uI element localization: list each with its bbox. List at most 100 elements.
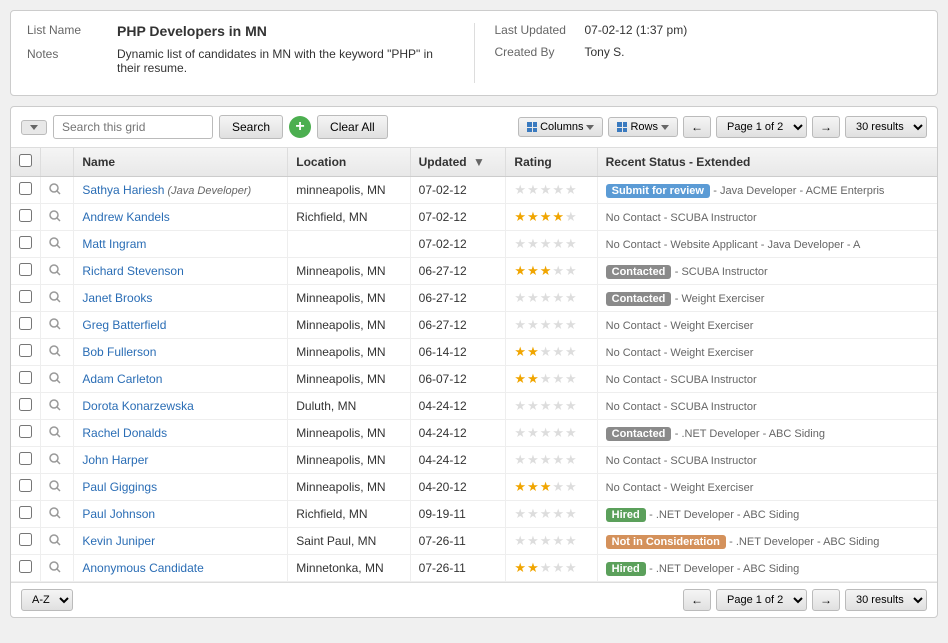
row-rating-cell[interactable]: ★★★★★ (506, 474, 597, 501)
row-checkbox[interactable] (19, 371, 32, 384)
star-4[interactable]: ★ (552, 344, 564, 360)
star-1[interactable]: ★ (514, 371, 526, 387)
star-2[interactable]: ★ (527, 506, 539, 522)
row-checkbox[interactable] (19, 425, 32, 438)
candidate-name-link[interactable]: Kevin Juniper (82, 534, 155, 548)
rating-stars[interactable]: ★★★★★ (514, 560, 588, 576)
search-button[interactable]: Search (219, 115, 283, 139)
candidate-name-link[interactable]: Bob Fullerson (82, 345, 156, 359)
star-1[interactable]: ★ (514, 263, 526, 279)
star-3[interactable]: ★ (540, 371, 552, 387)
star-2[interactable]: ★ (527, 209, 539, 225)
star-1[interactable]: ★ (514, 533, 526, 549)
row-rating-cell[interactable]: ★★★★★ (506, 420, 597, 447)
star-3[interactable]: ★ (540, 560, 552, 576)
row-search-cell[interactable] (41, 366, 74, 393)
row-search-cell[interactable] (41, 285, 74, 312)
row-checkbox[interactable] (19, 344, 32, 357)
rows-button[interactable]: Rows (608, 117, 678, 137)
star-1[interactable]: ★ (514, 452, 526, 468)
star-3[interactable]: ★ (540, 506, 552, 522)
rating-stars[interactable]: ★★★★★ (514, 317, 588, 333)
row-checkbox[interactable] (19, 209, 32, 222)
star-1[interactable]: ★ (514, 344, 526, 360)
star-2[interactable]: ★ (527, 290, 539, 306)
candidate-name-link[interactable]: Janet Brooks (82, 291, 152, 305)
star-5[interactable]: ★ (565, 290, 577, 306)
candidate-name-link[interactable]: John Harper (82, 453, 148, 467)
star-2[interactable]: ★ (527, 398, 539, 414)
rating-stars[interactable]: ★★★★★ (514, 290, 588, 306)
star-1[interactable]: ★ (514, 479, 526, 495)
row-rating-cell[interactable]: ★★★★★ (506, 204, 597, 231)
row-rating-cell[interactable]: ★★★★★ (506, 258, 597, 285)
row-rating-cell[interactable]: ★★★★★ (506, 339, 597, 366)
candidate-name-link[interactable]: Paul Giggings (82, 480, 157, 494)
star-3[interactable]: ★ (540, 209, 552, 225)
star-4[interactable]: ★ (552, 209, 564, 225)
star-4[interactable]: ★ (552, 398, 564, 414)
row-search-cell[interactable] (41, 501, 74, 528)
star-2[interactable]: ★ (527, 182, 539, 198)
rating-stars[interactable]: ★★★★★ (514, 452, 588, 468)
star-4[interactable]: ★ (552, 452, 564, 468)
candidate-name-link[interactable]: Sathya Hariesh (82, 183, 164, 197)
candidate-name-link[interactable]: Adam Carleton (82, 372, 162, 386)
star-5[interactable]: ★ (565, 371, 577, 387)
add-button[interactable]: + (289, 116, 311, 138)
star-4[interactable]: ★ (552, 425, 564, 441)
star-4[interactable]: ★ (552, 506, 564, 522)
row-rating-cell[interactable]: ★★★★★ (506, 312, 597, 339)
star-3[interactable]: ★ (540, 479, 552, 495)
page-select[interactable]: Page 1 of 2 (716, 116, 807, 138)
row-checkbox[interactable] (19, 290, 32, 303)
star-1[interactable]: ★ (514, 425, 526, 441)
star-2[interactable]: ★ (527, 236, 539, 252)
candidate-name-link[interactable]: Rachel Donalds (82, 426, 167, 440)
star-2[interactable]: ★ (527, 533, 539, 549)
rating-stars[interactable]: ★★★★★ (514, 236, 588, 252)
header-location[interactable]: Location (288, 148, 410, 177)
header-rating[interactable]: Rating (506, 148, 597, 177)
star-5[interactable]: ★ (565, 182, 577, 198)
clear-button[interactable]: Clear All (317, 115, 388, 139)
row-rating-cell[interactable]: ★★★★★ (506, 501, 597, 528)
row-checkbox[interactable] (19, 506, 32, 519)
sort-select[interactable]: A-Z (21, 589, 73, 611)
star-1[interactable]: ★ (514, 560, 526, 576)
candidate-name-link[interactable]: Richard Stevenson (82, 264, 183, 278)
star-2[interactable]: ★ (527, 344, 539, 360)
rating-stars[interactable]: ★★★★★ (514, 371, 588, 387)
rating-stars[interactable]: ★★★★★ (514, 263, 588, 279)
bottom-page-select[interactable]: Page 1 of 2 (716, 589, 807, 611)
star-5[interactable]: ★ (565, 236, 577, 252)
row-search-cell[interactable] (41, 312, 74, 339)
row-search-cell[interactable] (41, 339, 74, 366)
filter-dropdown-button[interactable] (21, 120, 47, 135)
status-badge[interactable]: Hired (606, 508, 646, 522)
row-rating-cell[interactable]: ★★★★★ (506, 177, 597, 204)
rating-stars[interactable]: ★★★★★ (514, 506, 588, 522)
select-all-checkbox[interactable] (19, 154, 32, 167)
star-2[interactable]: ★ (527, 452, 539, 468)
rating-stars[interactable]: ★★★★★ (514, 182, 588, 198)
row-checkbox[interactable] (19, 317, 32, 330)
candidate-name-link[interactable]: Paul Johnson (82, 507, 155, 521)
row-rating-cell[interactable]: ★★★★★ (506, 285, 597, 312)
status-badge[interactable]: Contacted (606, 265, 672, 279)
star-4[interactable]: ★ (552, 236, 564, 252)
search-input[interactable] (53, 115, 213, 139)
candidate-name-link[interactable]: Greg Batterfield (82, 318, 166, 332)
candidate-name-link[interactable]: Anonymous Candidate (82, 561, 203, 575)
header-updated[interactable]: Updated ▼ (410, 148, 506, 177)
prev-page-button[interactable]: ← (683, 116, 711, 138)
row-search-cell[interactable] (41, 474, 74, 501)
row-search-cell[interactable] (41, 555, 74, 582)
row-search-cell[interactable] (41, 447, 74, 474)
star-5[interactable]: ★ (565, 209, 577, 225)
row-search-cell[interactable] (41, 231, 74, 258)
row-rating-cell[interactable]: ★★★★★ (506, 528, 597, 555)
rating-stars[interactable]: ★★★★★ (514, 398, 588, 414)
header-recent-status[interactable]: Recent Status - Extended (597, 148, 937, 177)
star-5[interactable]: ★ (565, 452, 577, 468)
